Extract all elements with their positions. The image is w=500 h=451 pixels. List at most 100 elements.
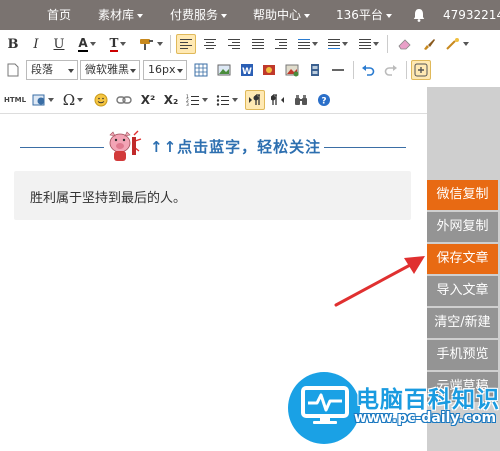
- line-height-icon: [359, 39, 371, 49]
- justify-button[interactable]: [248, 34, 268, 54]
- align-center-button[interactable]: [200, 34, 220, 54]
- chevron-down-icon: [137, 13, 144, 18]
- redo-button[interactable]: [381, 60, 401, 80]
- line-height-button[interactable]: [356, 34, 382, 54]
- content-block[interactable]: 胜利属于坚持到最后的人。: [14, 171, 411, 220]
- paragraph-spacing-before-button[interactable]: [295, 34, 321, 54]
- image-library-icon: [285, 64, 299, 77]
- photo-icon: [263, 65, 275, 75]
- font-color-button[interactable]: A: [74, 34, 100, 54]
- link-button[interactable]: [114, 90, 134, 110]
- emoticon-button[interactable]: [30, 90, 56, 110]
- background-color-button[interactable]: T: [105, 34, 131, 54]
- ltr-direction-button[interactable]: [245, 90, 265, 110]
- smiley-icon: [94, 93, 108, 107]
- paragraph-format-select[interactable]: 段落: [26, 60, 78, 80]
- chevron-down-icon: [120, 42, 127, 46]
- rtl-direction-button[interactable]: [268, 90, 288, 110]
- chevron-down-icon: [312, 42, 318, 46]
- nav-material-library[interactable]: 素材库: [98, 0, 144, 30]
- magic-wand-icon: [446, 38, 459, 50]
- import-article-button[interactable]: 导入文章: [427, 276, 498, 306]
- indent-button[interactable]: [271, 34, 291, 54]
- undo-button[interactable]: [358, 60, 378, 80]
- chevron-down-icon: [77, 98, 84, 102]
- account-id[interactable]: 479322146: [443, 0, 500, 30]
- watermark-url: www.pc-daily.com: [354, 410, 497, 426]
- bold-button[interactable]: B: [5, 34, 21, 54]
- nav-136-platform-label: 136平台: [336, 8, 383, 22]
- smiley-button[interactable]: [91, 90, 111, 110]
- font-size-select[interactable]: 16px: [143, 60, 187, 80]
- insert-table-button[interactable]: [191, 60, 211, 80]
- superscript-button[interactable]: X²: [138, 90, 158, 110]
- editor-toolbar: B I U A T 段落 微软雅黑 16px W HTML Ω X² X₂ 1 …: [0, 30, 500, 114]
- insert-video-button[interactable]: [305, 60, 325, 80]
- brush-button[interactable]: [419, 34, 439, 54]
- horizontal-rule-button[interactable]: [328, 60, 348, 80]
- format-painter-button[interactable]: [137, 34, 165, 54]
- subscript-button[interactable]: X₂: [161, 90, 181, 110]
- image-upload-icon: [217, 64, 231, 76]
- help-icon: ?: [318, 94, 330, 107]
- insert-image-button[interactable]: [214, 60, 234, 80]
- font-family-select[interactable]: 微软雅黑: [80, 60, 140, 80]
- paragraph-spacing-after-button[interactable]: [325, 34, 351, 54]
- help-button[interactable]: ?: [314, 90, 334, 110]
- banner-left-line: [20, 147, 104, 148]
- chevron-down-icon: [177, 69, 183, 73]
- eraser-button[interactable]: [395, 34, 415, 54]
- toolbar-divider: [387, 35, 388, 53]
- unordered-list-button[interactable]: [214, 90, 240, 110]
- toolbar-divider: [406, 61, 407, 79]
- pig-mascot-icon: [109, 130, 142, 161]
- chevron-down-icon: [202, 98, 208, 102]
- watermark-title: 电脑百科知识: [356, 387, 500, 413]
- underline-button[interactable]: U: [51, 34, 67, 54]
- save-article-button[interactable]: 保存文章: [427, 244, 498, 274]
- align-right-button[interactable]: [224, 34, 244, 54]
- clear-new-button[interactable]: 清空/新建: [427, 308, 498, 338]
- bell-icon[interactable]: [413, 8, 425, 22]
- magic-wand-button[interactable]: [443, 34, 471, 54]
- external-copy-button[interactable]: 外网复制: [427, 212, 498, 242]
- eraser-icon: [398, 39, 411, 50]
- new-document-button[interactable]: [5, 60, 21, 80]
- chevron-down-icon: [68, 69, 74, 73]
- nav-home[interactable]: 首页: [47, 0, 71, 30]
- svg-text:3: 3: [186, 102, 189, 107]
- nav-help-center[interactable]: 帮助中心: [253, 0, 311, 30]
- chevron-down-icon: [130, 69, 136, 73]
- mobile-preview-button[interactable]: 手机预览: [427, 340, 498, 370]
- align-left-button[interactable]: [176, 34, 196, 54]
- nav-136-platform[interactable]: 136平台: [336, 0, 392, 30]
- ordered-list-button[interactable]: 123: [184, 90, 210, 110]
- banner-right-line: [324, 147, 406, 148]
- special-characters-button[interactable]: Ω: [60, 90, 86, 110]
- import-word-button[interactable]: W: [237, 60, 257, 80]
- html-source-button[interactable]: HTML: [4, 90, 26, 110]
- nav-material-library-label: 素材库: [98, 8, 135, 22]
- follow-banner-text: ↑↑点击蓝字，轻松关注: [150, 138, 322, 156]
- align-right-icon: [228, 39, 240, 49]
- document-icon: [7, 63, 19, 77]
- insert-photo-button[interactable]: [259, 60, 279, 80]
- image-library-button[interactable]: [282, 60, 302, 80]
- nav-home-label: 首页: [47, 8, 72, 22]
- chevron-down-icon: [221, 13, 228, 18]
- indent-icon: [275, 39, 287, 49]
- horizontal-rule-icon: [332, 69, 344, 71]
- content-paragraph[interactable]: 胜利属于坚持到最后的人。: [30, 187, 186, 206]
- fullscreen-button[interactable]: [411, 60, 431, 80]
- font-color-icon: A: [78, 36, 88, 52]
- wechat-copy-button[interactable]: 微信复制: [427, 180, 498, 210]
- chevron-down-icon: [304, 13, 311, 18]
- italic-button[interactable]: I: [28, 34, 44, 54]
- top-navigation-bar: 首页 素材库 付费服务 帮助中心 136平台 479322146: [0, 0, 500, 30]
- link-icon: [116, 96, 132, 104]
- align-left-icon: [180, 39, 192, 49]
- align-center-icon: [204, 39, 216, 49]
- find-button[interactable]: [291, 90, 311, 110]
- nav-paid-services[interactable]: 付费服务: [170, 0, 228, 30]
- monitor-icon: [301, 386, 349, 424]
